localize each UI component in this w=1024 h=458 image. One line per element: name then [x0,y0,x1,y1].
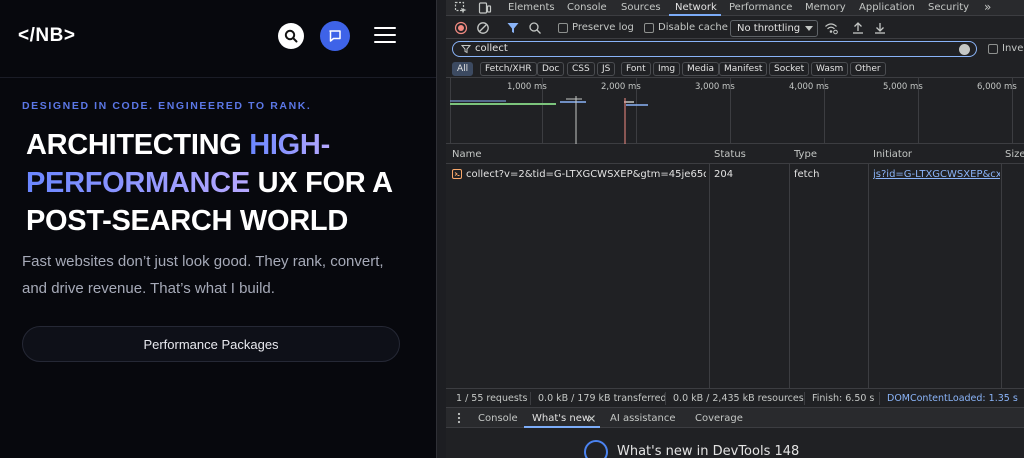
more-tabs-icon[interactable]: » [984,0,991,14]
clear-icon[interactable] [476,21,490,35]
hero-eyebrow: DESIGNED IN CODE. ENGINEERED TO RANK. [22,100,312,112]
tab-elements[interactable]: Elements [508,2,555,13]
waterfall-overview-bars [450,96,648,144]
hamburger-menu-icon[interactable] [374,27,396,45]
devtools-tab-bar: Elements Console Sources Network Perform… [446,0,1024,16]
disable-cache-checkbox[interactable] [644,23,654,33]
type-filter-wasm[interactable]: Wasm [811,62,849,76]
filter-input[interactable]: collect [452,41,977,57]
throttling-select[interactable]: No throttling [730,20,818,37]
throttling-value: No throttling [737,23,801,34]
inspect-element-icon[interactable] [454,1,468,15]
drawer-tab-whats-new[interactable]: What's new [532,413,590,424]
site-logo[interactable]: </NB> [18,25,75,47]
column-name[interactable]: Name [452,149,482,160]
whats-new-panel: What's new in DevTools 148 [446,428,1024,458]
requests-table: Name Status Type Initiator Size collect?… [446,145,1024,388]
network-conditions-icon[interactable] [824,21,838,35]
tab-memory[interactable]: Memory [805,2,846,13]
hero-lead-text: Fast websites don’t just look good. They… [22,253,384,297]
timeline-overview[interactable]: 1,000 ms 2,000 ms 3,000 ms 4,000 ms 5,00… [446,78,1024,144]
tab-security[interactable]: Security [928,2,969,13]
search-button[interactable] [278,23,304,49]
type-filter-other[interactable]: Other [850,62,886,76]
type-filter-doc[interactable]: Doc [537,62,565,76]
tab-network[interactable]: Network [675,2,717,13]
hero-heading: ARCHITECTING HIGH- PERFORMANCE UX FOR A … [26,129,393,237]
export-har-icon[interactable] [873,21,887,35]
request-type: fetch [794,169,820,180]
import-har-icon[interactable] [851,21,865,35]
network-toolbar: Preserve log Disable cache No throttling [446,17,1024,39]
close-icon[interactable] [588,415,595,422]
record-icon[interactable] [454,21,468,35]
drawer-tab-console[interactable]: Console [478,413,518,424]
chat-icon [329,30,341,42]
finish-time: Finish: 6.50 s [812,393,875,404]
transferred-size: 0.0 kB / 179 kB transferred [538,393,667,404]
type-filter-fetch-xhr[interactable]: Fetch/XHR [480,62,537,76]
type-filter-manifest[interactable]: Manifest [719,62,768,76]
devtools-panel: Elements Console Sources Network Perform… [446,0,1024,458]
type-filter-css[interactable]: CSS [567,62,595,76]
invert-checkbox[interactable] [988,44,998,54]
column-type[interactable]: Type [794,149,817,160]
fetch-request-icon [452,169,462,179]
drawer-tab-bar: Console What's new AI assistance Coverag… [446,407,1024,428]
preserve-log-checkbox[interactable] [558,23,568,33]
column-initiator[interactable]: Initiator [873,149,912,160]
dom-content-loaded-time: DOMContentLoaded: 1.35 s [887,393,1018,404]
tab-performance[interactable]: Performance [729,2,792,13]
tab-sources[interactable]: Sources [621,2,661,13]
panel-divider[interactable] [436,0,446,458]
filter-input-value: collect [475,43,508,54]
type-filter-img[interactable]: Img [653,62,681,76]
chevron-down-icon [805,26,813,31]
column-size[interactable]: Size [1005,149,1024,160]
tab-application[interactable]: Application [859,2,915,13]
type-filter-socket[interactable]: Socket [769,62,810,76]
whats-new-title: What's new in DevTools 148 [617,444,800,458]
resources-size: 0.0 kB / 2,435 kB resources [673,393,804,404]
requests-count: 1 / 55 requests [456,393,528,404]
type-filter-media[interactable]: Media [682,62,720,76]
website-pane: </NB> DESIGNED IN CODE. ENGINEERED TO RA… [0,0,436,458]
resource-type-filters: All Fetch/XHR Doc CSS JS Font Img Media … [446,61,1024,78]
drawer-tab-ai-assistance[interactable]: AI assistance [610,413,676,424]
invert-label: Inver [1002,43,1024,54]
column-status[interactable]: Status [714,149,746,160]
performance-packages-button[interactable]: Performance Packages [22,326,400,362]
disable-cache-label: Disable cache [658,22,728,33]
funnel-icon [461,45,471,54]
device-toolbar-icon[interactable] [478,1,492,15]
site-header: </NB> [0,0,436,78]
type-filter-js[interactable]: JS [597,62,616,76]
table-header: Name Status Type Initiator Size [446,145,1024,164]
type-filter-font[interactable]: Font [621,62,651,76]
filter-icon[interactable] [506,21,520,35]
request-initiator-link[interactable]: js?id=G-LTXGCWSXEP&cx=c [873,169,1000,180]
request-status: 204 [714,169,734,180]
type-filter-all[interactable]: All [452,62,474,76]
drawer-tab-coverage[interactable]: Coverage [695,413,743,424]
search-icon [284,29,298,43]
chrome-devtools-logo-icon [584,440,608,458]
request-name: collect?v=2&tid=G-LTXGCWSXEP&gtm=45je65d… [466,169,706,180]
chat-button[interactable] [320,21,350,51]
tab-console[interactable]: Console [567,2,607,13]
search-icon[interactable] [528,21,542,35]
network-summary-bar: 1 / 55 requests 0.0 kB / 179 kB transfer… [446,388,1024,407]
table-row[interactable]: collect?v=2&tid=G-LTXGCWSXEP&gtm=45je65d… [446,165,1024,183]
filter-bar: collect Inver [446,40,1024,59]
active-tab-indicator [669,14,721,16]
preserve-log-label: Preserve log [572,22,634,33]
drawer-menu-icon[interactable] [456,412,462,424]
clear-filter-icon[interactable] [959,44,970,55]
